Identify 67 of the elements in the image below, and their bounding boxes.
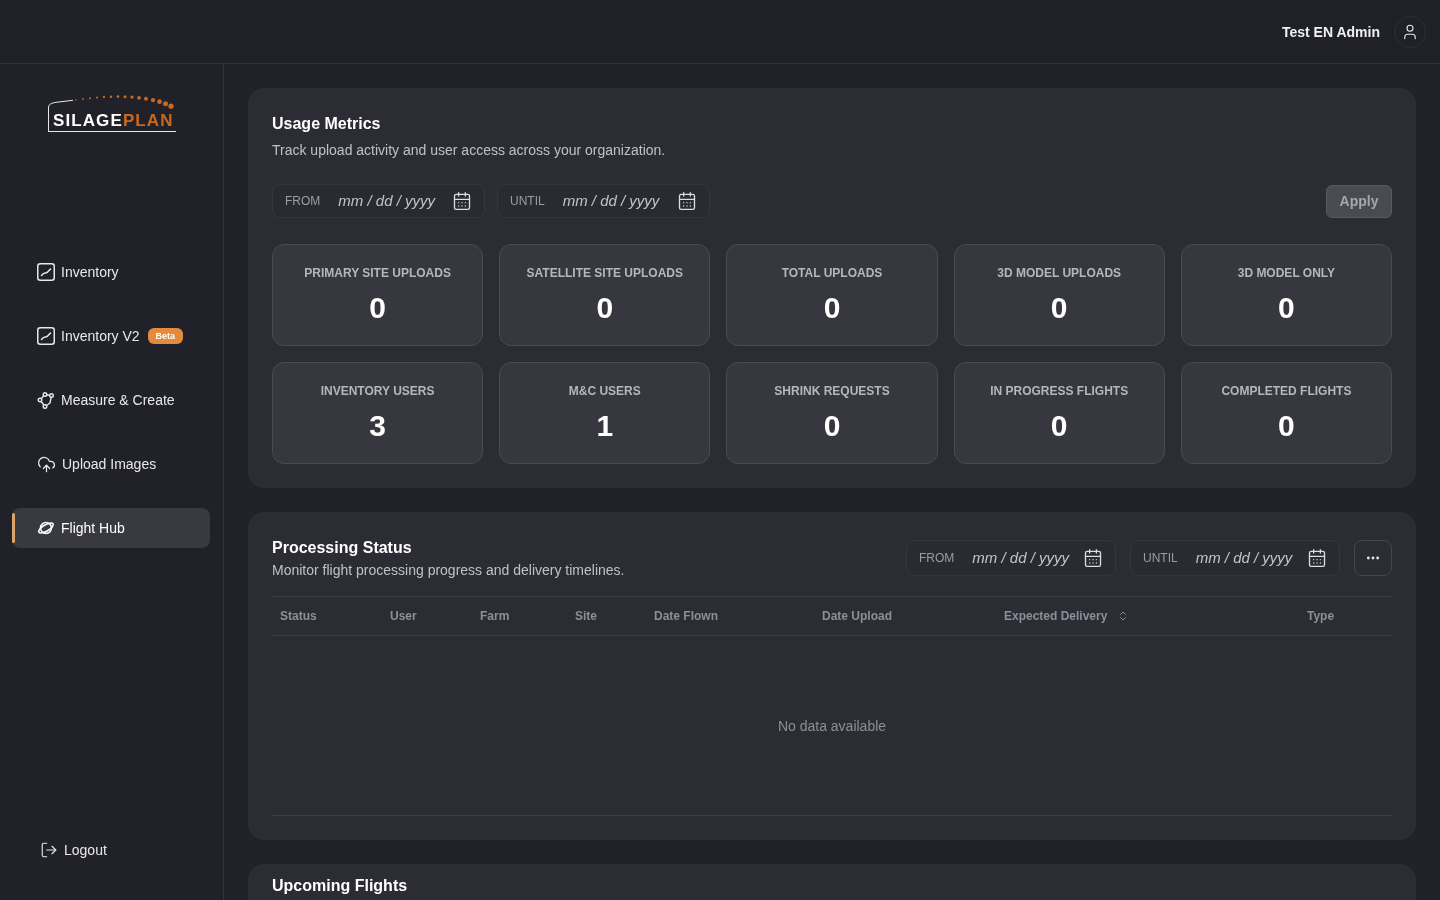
date-placeholder: mm / dd / yyyy [562, 190, 660, 211]
cloud-upload-icon [37, 454, 56, 474]
date-field-label: UNTIL [1143, 550, 1178, 566]
metric-value: 0 [823, 408, 841, 444]
metric-label: PRIMARY SITE UPLOADS [304, 265, 451, 281]
metric-value: 0 [1050, 290, 1068, 326]
date-field[interactable]: UNTIL mm / dd / yyyy [1130, 540, 1340, 576]
metric-label: 3D MODEL UPLOADS [997, 265, 1122, 281]
chart-icon [37, 327, 55, 345]
metric-label: INVENTORY USERS [320, 383, 435, 399]
section-subtitle: Track upload activity and user access across your organization. [272, 141, 667, 160]
section-subtitle: Monitor flight processing progress and delivery timelines. [272, 561, 625, 580]
nav-item[interactable]: Inventory [12, 252, 210, 292]
user-name: Test EN Admin [1282, 22, 1380, 42]
column-header[interactable]: Expected Delivery [1004, 608, 1130, 624]
column-header: User [390, 608, 417, 624]
logout-icon [40, 841, 58, 859]
beta-badge: Beta [147, 328, 184, 344]
metric-label: COMPLETED FLIGHTS [1221, 383, 1352, 399]
date-placeholder: mm / dd / yyyy [972, 547, 1069, 568]
metric-value: 0 [1050, 408, 1068, 444]
column-header: Type [1307, 608, 1335, 624]
metric-value: 0 [1278, 290, 1295, 326]
metric-label: SATELLITE SITE UPLOADS [526, 265, 683, 281]
nav-item[interactable]: Upload Images [12, 444, 210, 484]
nav-item[interactable]: Flight Hub [12, 508, 210, 548]
date-field-label: FROM [285, 193, 321, 209]
chart-icon [37, 263, 55, 281]
logo-wordmark: SILAGEPLAN [48, 111, 176, 132]
date-field-label: UNTIL [510, 193, 545, 209]
metric-value: 0 [369, 290, 386, 326]
section-title: Upcoming Flights [272, 876, 409, 896]
date-field[interactable]: UNTIL mm / dd / yyyy [497, 184, 710, 218]
metric-value: 0 [1278, 408, 1295, 444]
calendar-icon[interactable] [452, 191, 472, 211]
section-title: Processing Status [272, 538, 413, 558]
column-header: Site [575, 608, 597, 624]
column-header: Date Flown [654, 608, 718, 624]
metric-label: 3D MODEL ONLY [1237, 265, 1336, 281]
calendar-icon[interactable] [677, 191, 697, 211]
metric-value: 3 [369, 408, 386, 444]
metric-label: SHRINK REQUESTS [774, 383, 890, 399]
metric-label: M&C USERS [568, 383, 641, 399]
nav-item[interactable]: Inventory V2 Beta [12, 316, 210, 356]
empty-state-text: No data available [777, 716, 887, 736]
date-placeholder: mm / dd / yyyy [1195, 547, 1293, 568]
column-header: Status [280, 608, 317, 624]
planet-icon [37, 519, 55, 537]
active-indicator [12, 513, 15, 543]
calendar-icon[interactable] [1307, 548, 1327, 568]
date-field[interactable]: FROM mm / dd / yyyy [906, 540, 1116, 576]
metric-value: 0 [823, 290, 841, 326]
calendar-icon[interactable] [1083, 548, 1103, 568]
metric-label: TOTAL UPLOADS [781, 265, 883, 281]
metric-value: 1 [596, 408, 614, 444]
date-field-label: FROM [919, 550, 955, 566]
nav-item[interactable]: Measure & Create [12, 380, 210, 420]
section-title: Usage Metrics [272, 114, 382, 134]
column-header: Farm [480, 608, 510, 624]
column-header: Date Upload [822, 608, 892, 624]
polygon-nodes-icon [37, 391, 55, 409]
user-icon [1401, 22, 1419, 41]
date-field[interactable]: FROM mm / dd / yyyy [272, 184, 485, 218]
logout-button[interactable]: Logout [12, 830, 211, 870]
metric-label: IN PROGRESS FLIGHTS [990, 383, 1129, 399]
date-placeholder: mm / dd / yyyy [338, 190, 435, 211]
metric-value: 0 [596, 290, 614, 326]
